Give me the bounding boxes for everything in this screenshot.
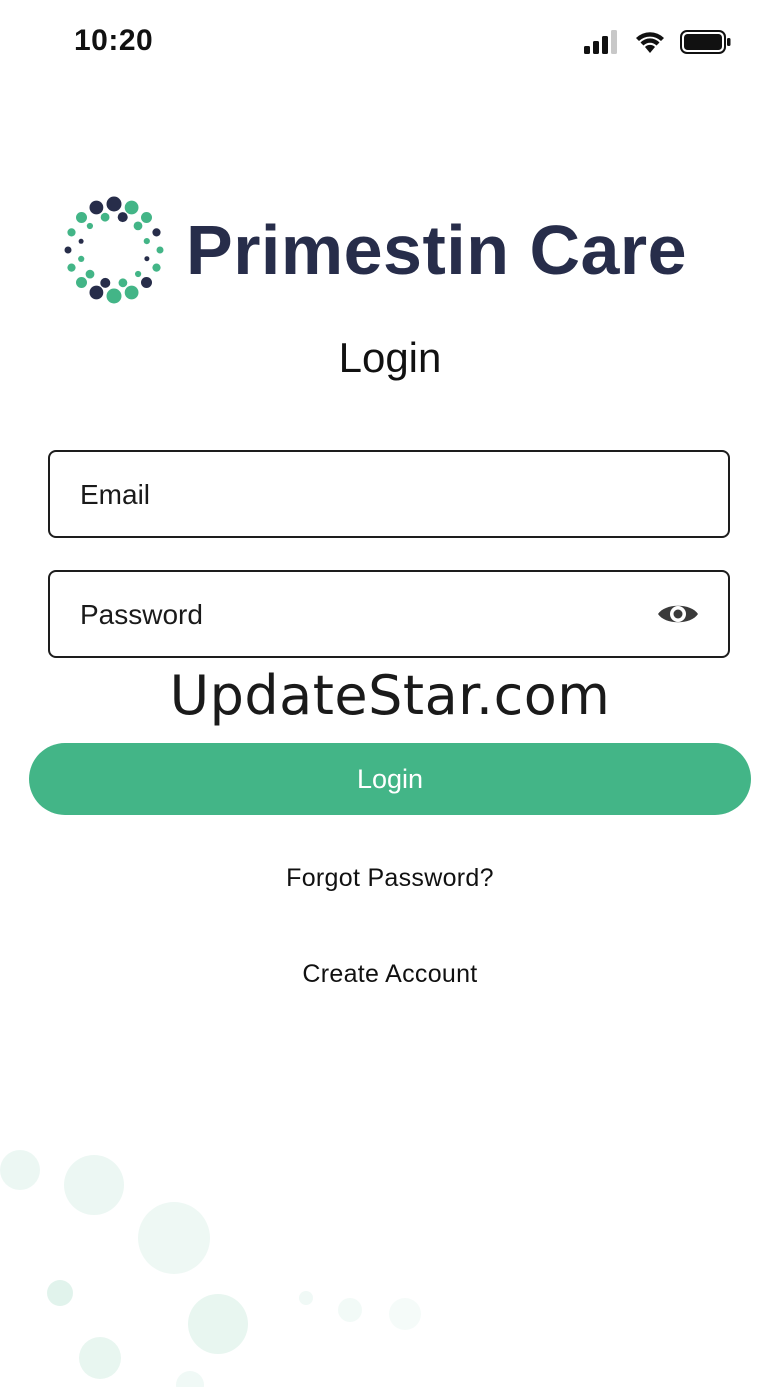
bubble	[138, 1202, 210, 1274]
email-input[interactable]	[78, 452, 642, 538]
logo-dot	[100, 277, 111, 288]
logo-dot	[144, 256, 150, 262]
brand-logo: Primestin Care	[56, 192, 726, 308]
logo-dot	[76, 212, 87, 223]
bubble	[338, 1298, 362, 1322]
logo-dot	[106, 196, 122, 212]
status-bar: 10:20	[0, 0, 780, 90]
logo-dot	[124, 285, 139, 300]
bubble	[0, 1150, 40, 1190]
logo-dot	[89, 200, 104, 215]
logo-dot	[67, 263, 76, 272]
logo-dot	[143, 238, 150, 245]
brand-logo-mark-icon	[64, 196, 164, 304]
logo-dot	[89, 285, 104, 300]
logo-dot	[117, 212, 128, 223]
wifi-icon	[636, 32, 664, 53]
password-input[interactable]	[78, 572, 642, 658]
logo-dot	[76, 277, 87, 288]
brand-name: Primestin Care	[186, 211, 688, 289]
bubble	[64, 1155, 124, 1215]
logo-dot	[135, 270, 142, 278]
logo-dot	[156, 246, 164, 254]
logo-dot	[100, 212, 110, 222]
bubble	[188, 1294, 248, 1354]
bubble	[389, 1298, 421, 1330]
logo-dot	[106, 288, 122, 304]
logo-dot	[133, 221, 143, 231]
logo-dot	[86, 222, 93, 230]
create-account-link[interactable]: Create Account	[0, 960, 780, 989]
logo-dot	[141, 277, 152, 288]
logo-dot	[64, 246, 72, 254]
watermark-text: UpdateStar.com	[169, 664, 611, 727]
bubble	[47, 1280, 73, 1306]
decorative-bubbles	[0, 1150, 421, 1387]
logo-dot	[67, 228, 76, 237]
email-field-container[interactable]	[48, 450, 730, 538]
bubble	[299, 1291, 313, 1305]
bubble	[79, 1337, 121, 1379]
logo-dot	[152, 228, 161, 237]
eye-icon[interactable]	[656, 599, 700, 629]
forgot-password-link[interactable]: Forgot Password?	[0, 864, 780, 893]
logo-dot	[141, 212, 152, 223]
bubble	[176, 1371, 204, 1387]
logo-dot	[78, 255, 85, 262]
logo-dot	[118, 278, 128, 288]
status-time: 10:20	[74, 24, 154, 57]
logo-dot	[78, 238, 84, 244]
status-icons	[584, 30, 732, 54]
cellular-signal-icon	[584, 30, 617, 54]
page-title: Login	[338, 334, 442, 381]
logo-dot	[124, 200, 139, 215]
logo-dot	[152, 263, 161, 272]
password-field-container[interactable]	[48, 570, 730, 658]
battery-icon	[680, 30, 731, 54]
login-button[interactable]: Login	[29, 743, 751, 815]
logo-dot	[85, 269, 95, 279]
